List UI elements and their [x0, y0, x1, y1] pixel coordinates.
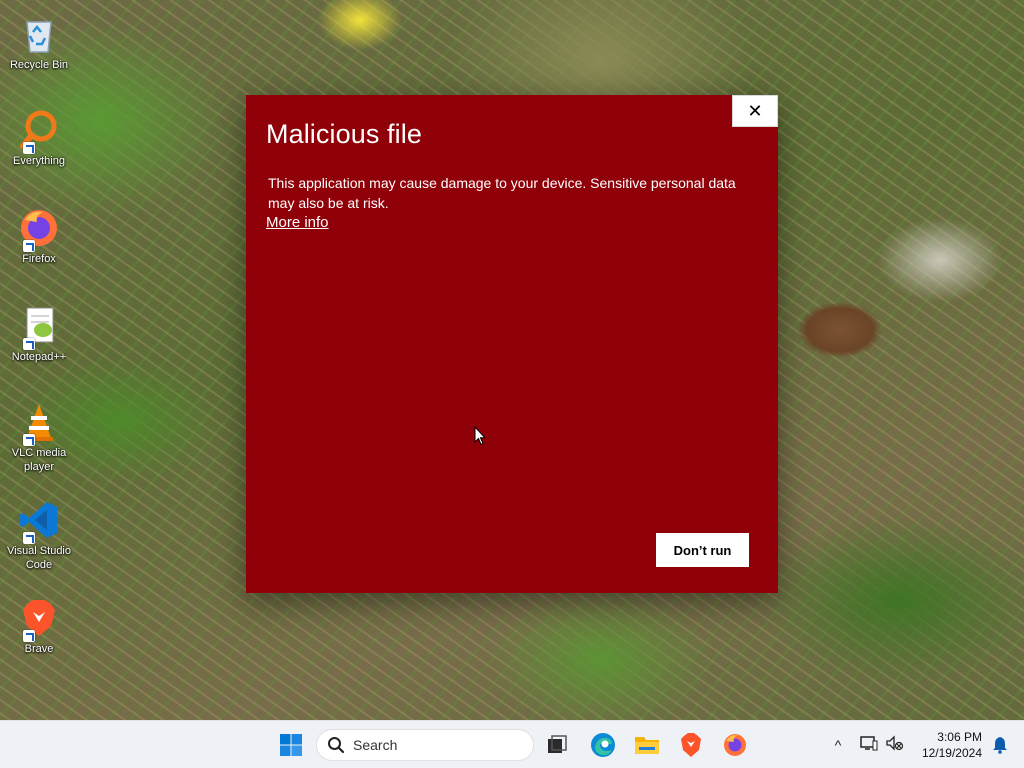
edge-icon — [591, 733, 615, 757]
taskbar: Search ^ 3:06 PM 12/19/2024 — [0, 720, 1024, 768]
task-view-button[interactable] — [543, 731, 571, 759]
desktop-icon-label: VLC media player — [11, 447, 67, 473]
desktop-icon-label: Notepad++ — [11, 351, 67, 363]
mouse-pointer-icon — [474, 425, 487, 446]
start-icon — [280, 734, 302, 756]
system-tray: ^ — [828, 721, 904, 768]
close-icon: ✕ — [747, 100, 763, 121]
show-hidden-icons-chevron-icon[interactable]: ^ — [828, 737, 848, 753]
search-icon — [328, 737, 345, 754]
clock-time: 3:06 PM — [937, 730, 982, 744]
network-icon[interactable] — [860, 735, 878, 756]
desktop-icon-everything[interactable]: Everything — [4, 108, 74, 168]
firefox-taskbar-button[interactable] — [721, 731, 749, 759]
edge-taskbar-button[interactable] — [589, 731, 617, 759]
more-info-link[interactable]: More info — [266, 214, 329, 231]
brave-taskbar-button[interactable] — [677, 731, 705, 759]
desktop-icon-brave[interactable]: Brave — [4, 596, 74, 656]
vlc-icon — [17, 400, 61, 446]
start-button[interactable] — [277, 731, 305, 759]
desktop-icon-label: Recycle Bin — [9, 59, 69, 71]
desktop-icon-recycle-bin[interactable]: Recycle Bin — [4, 12, 74, 72]
search-placeholder: Search — [353, 737, 398, 753]
brave-icon — [681, 733, 701, 757]
firefox-icon — [724, 734, 746, 756]
notifications-button[interactable] — [986, 731, 1014, 759]
file-explorer-taskbar-button[interactable] — [633, 731, 661, 759]
shortcut-arrow-icon — [23, 630, 35, 642]
taskbar-search-box[interactable]: Search — [316, 729, 534, 761]
desktop-icon-label: Visual Studio Code — [6, 545, 71, 571]
malicious-file-dialog: ✕ Malicious file This application may ca… — [246, 95, 778, 593]
dialog-message: This application may cause damage to you… — [268, 175, 736, 211]
clock-date: 12/19/2024 — [921, 746, 982, 760]
recycle-bin-icon — [17, 12, 61, 56]
shortcut-arrow-icon — [23, 434, 35, 446]
shortcut-arrow-icon — [23, 240, 35, 252]
vscode-icon — [17, 498, 61, 544]
close-button[interactable]: ✕ — [732, 95, 778, 127]
task-view-icon — [548, 735, 567, 753]
shortcut-arrow-icon — [23, 338, 35, 350]
desktop-icon-label: Firefox — [22, 253, 56, 265]
volume-muted-icon[interactable] — [886, 734, 904, 756]
desktop-icon-label: Brave — [24, 643, 54, 655]
everything-search-icon — [17, 108, 61, 154]
shortcut-arrow-icon — [23, 532, 35, 544]
firefox-icon — [17, 206, 61, 252]
desktop-icon-firefox[interactable]: Firefox — [4, 206, 74, 266]
brave-icon — [17, 596, 61, 642]
notepad-plus-plus-icon — [17, 304, 61, 350]
desktop-icon-vlc[interactable]: VLC media player — [4, 400, 74, 474]
desktop-icon-notepad-plus-plus[interactable]: Notepad++ — [4, 304, 74, 364]
desktop-icon-label: Everything — [13, 155, 65, 167]
desktop-icon-vscode[interactable]: Visual Studio Code — [4, 498, 74, 572]
shortcut-arrow-icon — [23, 142, 35, 154]
taskbar-clock[interactable]: 3:06 PM 12/19/2024 — [912, 729, 982, 761]
file-explorer-icon — [635, 737, 659, 754]
dont-run-button[interactable]: Don’t run — [656, 533, 749, 567]
dialog-title: Malicious file — [266, 119, 422, 149]
bell-icon — [993, 737, 1007, 754]
